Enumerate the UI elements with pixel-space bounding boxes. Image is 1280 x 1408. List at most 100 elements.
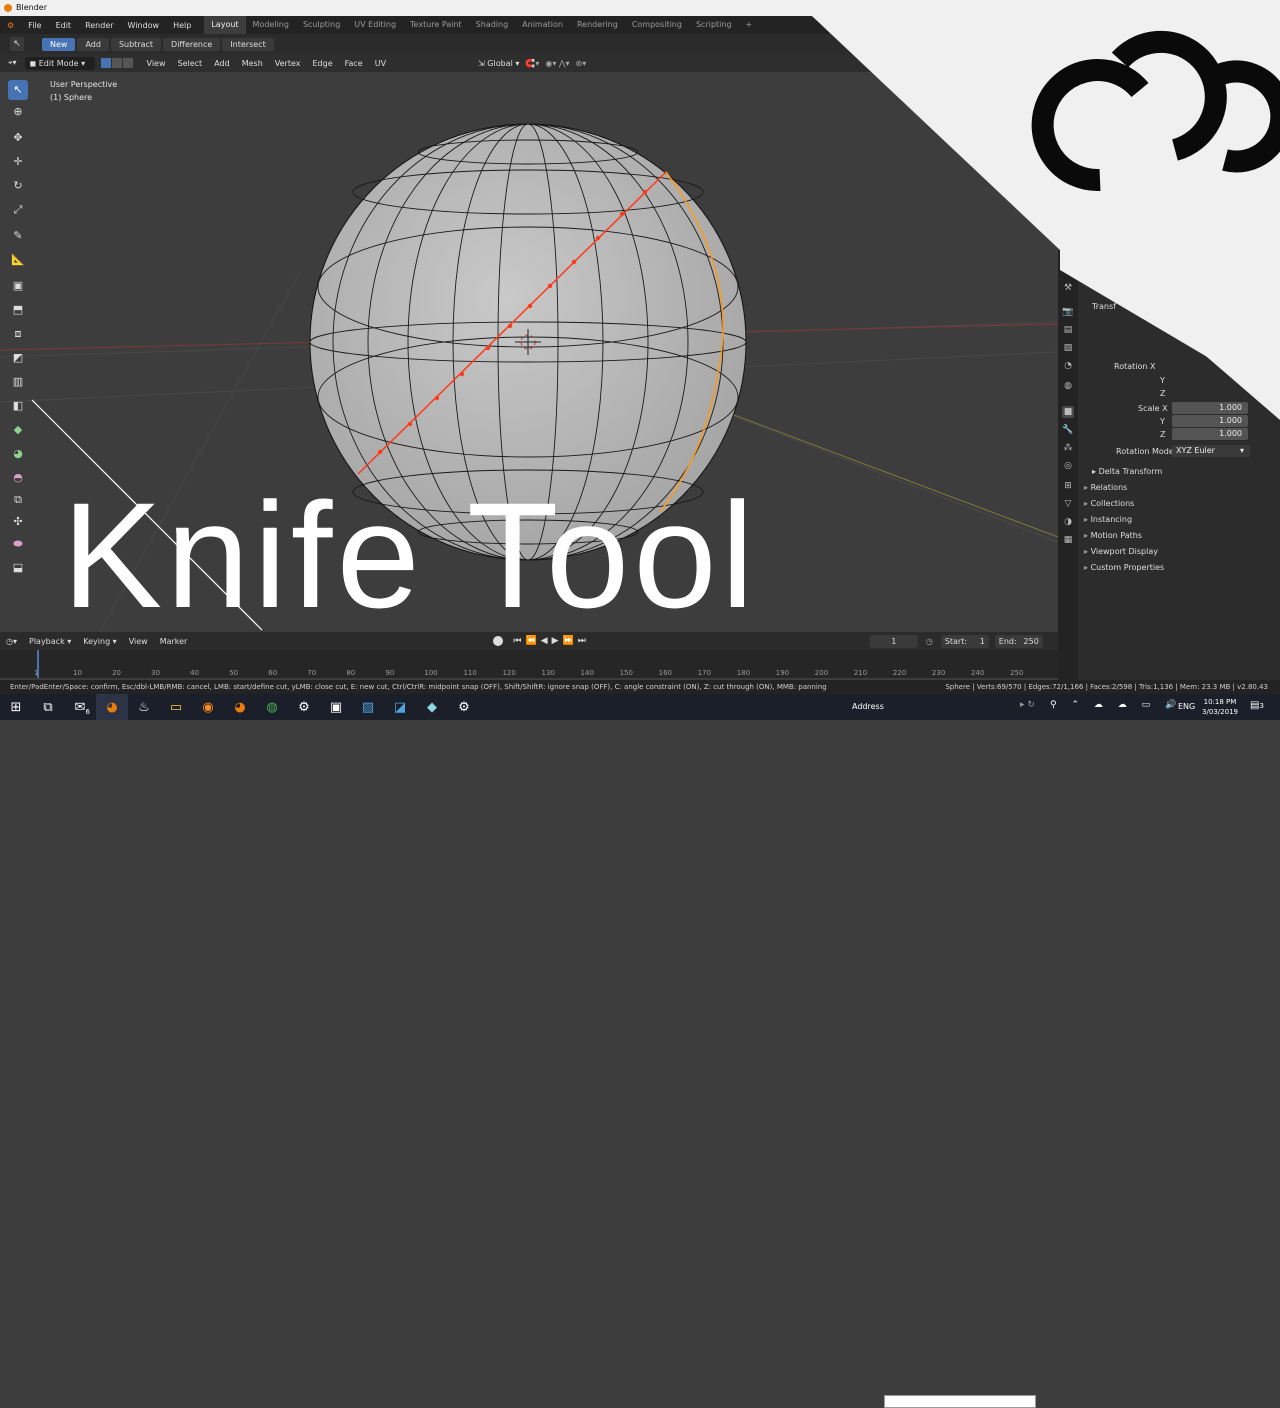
annotate-tool-icon[interactable]: ✎ <box>8 226 28 246</box>
select-tool-icon[interactable]: ↖ <box>10 37 24 51</box>
add-workspace-button[interactable]: + <box>739 16 760 34</box>
edge-slide-icon[interactable]: ⧉ <box>8 490 28 510</box>
transform-orientation-dropdown[interactable]: ⇲ Global ▾ <box>478 59 519 68</box>
cursor-tool-icon[interactable]: ⊕ <box>8 102 28 122</box>
editor-type-icon[interactable]: ⌖▾ <box>0 58 25 68</box>
section-viewport-display[interactable]: Viewport Display <box>1084 547 1158 556</box>
scale-z-field[interactable]: 1.000 <box>1172 428 1248 440</box>
vertex-select-icon[interactable] <box>100 58 111 68</box>
task-view-icon[interactable]: ⧉ <box>32 694 64 720</box>
smooth-icon[interactable]: ◓ <box>8 468 28 488</box>
move-arrows-icon[interactable]: ✛ <box>8 152 28 172</box>
obs-app-icon[interactable]: ▣ <box>320 694 352 720</box>
address-input[interactable] <box>884 1395 1036 1408</box>
section-motion-paths[interactable]: Motion Paths <box>1084 531 1142 540</box>
scale-y-field[interactable]: 1.000 <box>1172 415 1248 427</box>
system-tray-icons[interactable]: ⚲ ⌃ ☁ ☁ ▭ 🔊 <box>1050 700 1182 710</box>
timeline-editor-icon[interactable]: ◷▾ <box>0 637 23 646</box>
section-collections[interactable]: Collections <box>1084 499 1135 508</box>
physics-tab-icon[interactable]: ◎ <box>1062 460 1074 472</box>
edge-select-icon[interactable] <box>111 58 122 68</box>
menu-playback[interactable]: Playback ▾ <box>23 637 77 646</box>
clock[interactable]: 10:18 PM 3/03/2019 <box>1200 697 1240 717</box>
start-button-icon[interactable]: ⊞ <box>0 694 32 720</box>
mode-difference-button[interactable]: Difference <box>163 37 221 51</box>
extrude-icon[interactable]: ⬒ <box>8 300 28 320</box>
language-indicator[interactable]: ENG <box>1178 702 1195 711</box>
record-button[interactable] <box>493 636 504 646</box>
blender-alt-icon[interactable]: ◕ <box>224 694 256 720</box>
add-cube-icon[interactable]: ▣ <box>8 276 28 296</box>
action-center-icon[interactable]: ▤3 <box>1250 700 1264 711</box>
knife-icon[interactable]: ◧ <box>8 396 28 416</box>
shear-icon[interactable]: ⬬ <box>8 534 28 554</box>
menu-face[interactable]: Face <box>339 59 369 68</box>
transform-panel-header[interactable]: Transf <box>1092 302 1116 311</box>
move-tool-icon[interactable]: ✥ <box>8 128 28 148</box>
menu-edit[interactable]: Edit <box>49 21 79 30</box>
end-frame-field[interactable]: End: 250 <box>994 634 1043 648</box>
tool-tab-icon[interactable]: ⚒ <box>1062 282 1074 294</box>
tab-compositing[interactable]: Compositing <box>625 16 689 34</box>
tab-shading[interactable]: Shading <box>469 16 516 34</box>
rip-region-icon[interactable]: ⬓ <box>8 558 28 578</box>
menu-window[interactable]: Window <box>121 21 167 30</box>
scale-x-field[interactable]: 1.000 <box>1172 402 1248 414</box>
data-tab-icon[interactable]: ▽ <box>1062 498 1074 510</box>
tab-animation[interactable]: Animation <box>515 16 570 34</box>
output-tab-icon[interactable]: ▤ <box>1062 324 1074 336</box>
tab-layout[interactable]: Layout <box>204 16 246 34</box>
rotate-tool-icon[interactable]: ↻ <box>8 176 28 196</box>
view-layer-tab-icon[interactable]: ▧ <box>1062 342 1074 354</box>
section-custom-properties[interactable]: Custom Properties <box>1084 563 1165 572</box>
settings-app-icon[interactable]: ⚙ <box>448 694 480 720</box>
render-tab-icon[interactable]: 📷 <box>1062 306 1074 318</box>
material-tab-icon[interactable]: ◑ <box>1062 516 1074 528</box>
scale-tool-icon[interactable]: ⤢ <box>8 200 28 220</box>
section-instancing[interactable]: Instancing <box>1084 515 1132 524</box>
editor-app-icon[interactable]: ◪ <box>384 694 416 720</box>
menu-uv[interactable]: UV <box>369 59 392 68</box>
menu-help[interactable]: Help <box>166 21 198 30</box>
menu-timeline-view[interactable]: View <box>123 637 154 646</box>
loop-cut-icon[interactable]: ▥ <box>8 372 28 392</box>
poly-build-icon[interactable]: ◆ <box>8 420 28 440</box>
photos-app-icon[interactable]: ▨ <box>352 694 384 720</box>
menu-view[interactable]: View <box>141 59 172 68</box>
menu-render[interactable]: Render <box>78 21 120 30</box>
delta-transform-header[interactable]: ▸ Delta Transform <box>1092 467 1162 476</box>
mode-subtract-button[interactable]: Subtract <box>110 37 162 51</box>
mode-intersect-button[interactable]: Intersect <box>222 37 274 51</box>
rotation-mode-dropdown[interactable]: XYZ Euler ▾ <box>1172 445 1250 457</box>
preview-range-icon[interactable]: ◷ <box>926 637 933 646</box>
playback-controls[interactable]: ⏮⏪◀▶⏩⏭ <box>513 636 589 646</box>
scene-tab-icon[interactable]: ◔ <box>1062 360 1074 372</box>
tab-uv-editing[interactable]: UV Editing <box>347 16 403 34</box>
menu-keying[interactable]: Keying ▾ <box>77 637 122 646</box>
spin-icon[interactable]: ◕ <box>8 444 28 464</box>
mode-select-dropdown[interactable]: ◼ Edit Mode ▾ <box>24 56 95 70</box>
measure-tool-icon[interactable]: 📐 <box>8 250 28 270</box>
menu-file[interactable]: File <box>21 21 48 30</box>
menu-select[interactable]: Select <box>172 59 209 68</box>
start-frame-field[interactable]: Start: 1 <box>940 634 989 648</box>
menu-vertex[interactable]: Vertex <box>269 59 307 68</box>
mode-new-button[interactable]: New <box>42 37 76 51</box>
bevel-icon[interactable]: ◩ <box>8 348 28 368</box>
timeline-area[interactable]: 1 10 20 30 40 50 60 70 80 90 100 110 120 130 140 150 160… <box>0 650 1058 678</box>
menu-edge[interactable]: Edge <box>306 59 338 68</box>
firefox-app-icon[interactable]: ◉ <box>192 694 224 720</box>
shrink-fatten-icon[interactable]: ✣ <box>8 512 28 532</box>
menu-mesh[interactable]: Mesh <box>236 59 269 68</box>
menu-add[interactable]: Add <box>208 59 236 68</box>
pivot-icon[interactable]: ⊛▾ <box>576 59 587 68</box>
object-tab-icon[interactable]: ■ <box>1062 406 1074 418</box>
steam-app-icon[interactable]: ♨ <box>128 694 160 720</box>
current-frame-field[interactable]: 1 <box>869 634 918 648</box>
face-select-icon[interactable] <box>122 58 133 68</box>
blender-menu-icon[interactable]: ⚙ <box>0 21 21 30</box>
tool-app-icon[interactable]: ⚙ <box>288 694 320 720</box>
section-relations[interactable]: Relations <box>1084 483 1128 492</box>
mail-app-icon[interactable]: ✉ 6 <box>64 694 96 720</box>
viewport-overlay-icon[interactable]: ▭▾ ◂ <box>1030 59 1048 68</box>
